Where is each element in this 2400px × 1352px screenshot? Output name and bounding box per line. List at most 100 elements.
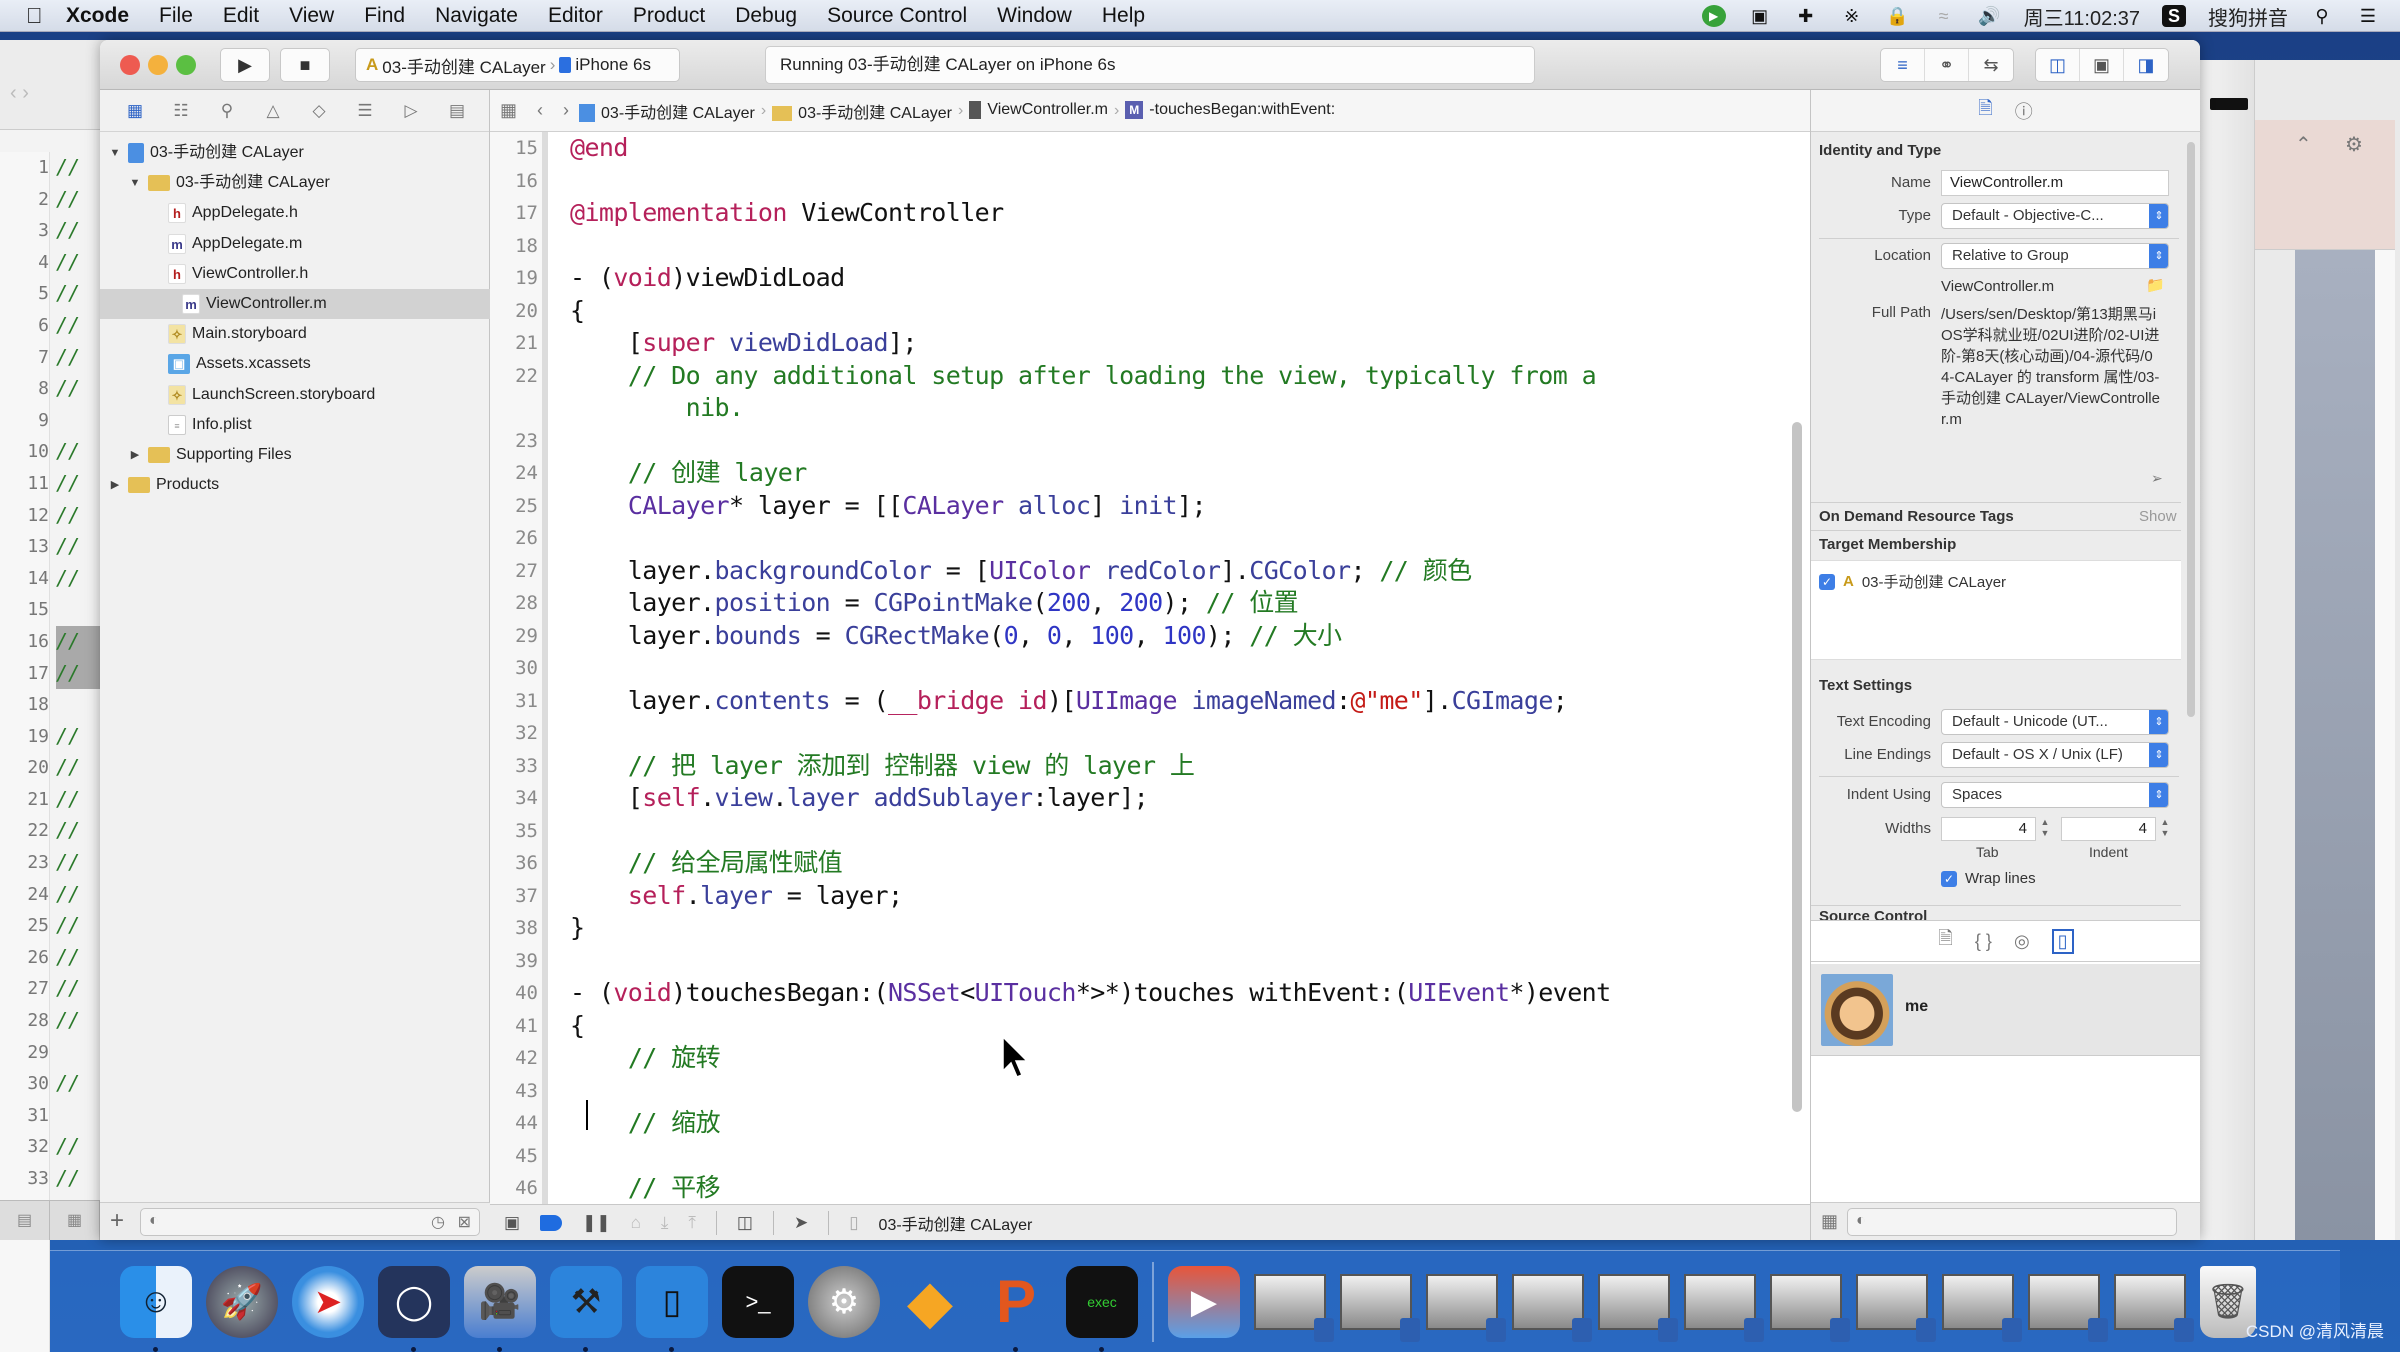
chevron-up-icon[interactable]: ⌃: [2295, 132, 2312, 157]
find-navigator-tab-icon[interactable]: ⚲: [212, 101, 242, 121]
dock-minimized-window[interactable]: [1254, 1273, 1334, 1342]
file-tree-item[interactable]: ▶ Supporting Files: [128, 440, 292, 470]
close-window-button[interactable]: [120, 55, 140, 75]
debug-navigator-tab-icon[interactable]: ☰: [350, 101, 380, 121]
reveal-in-finder-icon[interactable]: ➢: [2151, 470, 2163, 487]
dock-finder[interactable]: ☺: [120, 1265, 192, 1352]
grid-view-icon[interactable]: ▦: [50, 1201, 100, 1240]
dock-video-recorder[interactable]: 🎥: [464, 1265, 536, 1352]
file-tree-item[interactable]: ✧ LaunchScreen.storyboard: [148, 380, 375, 410]
input-method-label[interactable]: 搜狗拼音: [2208, 2, 2288, 31]
code-line[interactable]: 44 // 缩放: [490, 1107, 1810, 1140]
code-line[interactable]: 34 [self.view.layer addSublayer:layer];: [490, 782, 1810, 815]
stop-button[interactable]: ■: [280, 48, 330, 82]
dock-minimized-window[interactable]: [2114, 1273, 2194, 1342]
dock-system-preferences[interactable]: ⚙: [808, 1265, 880, 1338]
volume-icon[interactable]: 🔊: [1978, 5, 2002, 27]
report-navigator-tab-icon[interactable]: ▤: [442, 101, 472, 121]
dock-media-player[interactable]: ▶: [1168, 1265, 1240, 1338]
project-navigator-tab-icon[interactable]: ▦: [120, 101, 150, 121]
code-line[interactable]: 33 // 把 layer 添加到 控制器 view 的 layer 上: [490, 750, 1810, 783]
code-line[interactable]: 36 // 给全局属性赋值: [490, 847, 1810, 880]
menu-debug[interactable]: Debug: [735, 4, 797, 28]
code-line[interactable]: 41 {: [490, 1010, 1810, 1043]
text-encoding-popup[interactable]: Default - Unicode (UT... ⇕: [1941, 709, 2169, 735]
toggle-utilities-icon[interactable]: ◨: [2124, 49, 2168, 81]
pause-icon[interactable]: ❚❚: [582, 1213, 611, 1233]
disclosure-collapsed-icon[interactable]: ▶: [128, 440, 142, 470]
breakpoints-toggle-icon[interactable]: [540, 1214, 563, 1231]
navigator-filter-field[interactable]: ◐ ◷ ⊠: [140, 1208, 480, 1236]
minimize-window-button[interactable]: [148, 55, 168, 75]
code-line[interactable]: 40 - (void)touchesBegan:(NSSet<UITouch*>*…: [490, 977, 1810, 1010]
spotlight-search-icon[interactable]: ⚲: [2310, 5, 2334, 27]
add-file-icon[interactable]: +: [110, 1207, 124, 1235]
recording-status-icon[interactable]: ▶: [1701, 5, 1726, 27]
dock-sketch[interactable]: ◆: [894, 1266, 966, 1338]
code-line[interactable]: 46 // 平移: [490, 1172, 1810, 1204]
disclosure-expanded-icon[interactable]: ▼: [128, 168, 142, 198]
code-line[interactable]: 17 @implementation ViewController: [490, 197, 1810, 230]
breakpoint-navigator-tab-icon[interactable]: ▷: [396, 101, 426, 121]
step-into-icon[interactable]: ⤓: [661, 1213, 669, 1233]
notification-center-icon[interactable]: ☰: [2356, 5, 2380, 27]
indent-using-popup[interactable]: Spaces ⇕: [1941, 782, 2169, 808]
file-tree-item[interactable]: h AppDelegate.h: [148, 198, 298, 228]
file-template-library-icon[interactable]: 🗎: [1938, 926, 1952, 956]
indent-width-stepper[interactable]: ▲ ▼: [2159, 817, 2171, 841]
test-navigator-tab-icon[interactable]: ◇: [304, 101, 334, 121]
code-line[interactable]: 27 layer.backgroundColor = [UIColor redC…: [490, 555, 1810, 588]
file-tree-item[interactable]: ▶ Products: [108, 470, 219, 500]
menu-source-control[interactable]: Source Control: [827, 4, 967, 28]
menu-file[interactable]: File: [159, 4, 193, 28]
dock-minimized-window[interactable]: [1426, 1273, 1506, 1342]
library-item[interactable]: me: [1811, 964, 2200, 1056]
breadcrumb-group[interactable]: 03-手动创建 CALayer: [772, 99, 952, 123]
indent-width-field[interactable]: 4: [2061, 817, 2156, 841]
toggle-navigator-icon[interactable]: ◫: [2036, 49, 2080, 81]
apple-menu-icon[interactable]: : [26, 3, 66, 29]
code-line[interactable]: 43: [490, 1075, 1810, 1108]
code-line[interactable]: nib.: [490, 392, 1810, 425]
forward-arrow-icon[interactable]: ›: [563, 100, 569, 121]
menu-view[interactable]: View: [289, 4, 334, 28]
object-library-icon[interactable]: ◎: [2014, 931, 2030, 952]
code-line[interactable]: 21 [super viewDidLoad];: [490, 327, 1810, 360]
file-inspector-tab-icon[interactable]: 🗎: [1978, 96, 1992, 126]
target-checkbox[interactable]: ✓: [1819, 573, 1835, 590]
issue-navigator-tab-icon[interactable]: △: [258, 101, 288, 121]
code-line[interactable]: 32: [490, 717, 1810, 750]
dock-minimized-window[interactable]: [1512, 1273, 1592, 1342]
dock-simulator[interactable]: ▯: [636, 1265, 708, 1352]
menu-editor[interactable]: Editor: [548, 4, 603, 28]
odr-show-button[interactable]: Show: [2139, 508, 2177, 525]
code-line[interactable]: 31 layer.contents = (__bridge id)[UIImag…: [490, 685, 1810, 718]
simulate-location-icon[interactable]: ➤: [794, 1213, 808, 1233]
gear-icon[interactable]: ⚙: [2345, 132, 2363, 157]
sogou-input-icon[interactable]: S: [2162, 5, 2186, 27]
dock-mouse-app[interactable]: ◯: [378, 1265, 450, 1352]
code-line[interactable]: 19 - (void)viewDidLoad: [490, 262, 1810, 295]
recent-files-icon[interactable]: ◷: [431, 1212, 445, 1232]
disclosure-expanded-icon[interactable]: ▼: [108, 138, 122, 168]
dock-console[interactable]: exec: [1066, 1265, 1138, 1352]
dock-minimized-window[interactable]: [1684, 1273, 1764, 1342]
code-line[interactable]: 24 // 创建 layer: [490, 457, 1810, 490]
menu-product[interactable]: Product: [633, 4, 705, 28]
version-editor-icon[interactable]: ⇆: [1969, 49, 2013, 81]
related-items-icon[interactable]: ▦: [500, 100, 517, 121]
clock[interactable]: 周三11:02:37: [2024, 2, 2140, 31]
code-line[interactable]: 38}: [490, 912, 1810, 945]
dock-minimized-window[interactable]: [1340, 1273, 1420, 1342]
line-endings-popup[interactable]: Default - OS X / Unix (LF) ⇕: [1941, 742, 2169, 768]
dock-minimized-window[interactable]: [2028, 1273, 2108, 1342]
menu-edit[interactable]: Edit: [223, 4, 259, 28]
network-plus-icon[interactable]: ✚: [1794, 5, 1818, 27]
dock-xcode[interactable]: ⚒: [550, 1265, 622, 1352]
tab-width-field[interactable]: 4: [1941, 817, 2036, 841]
breadcrumb-method[interactable]: M -touchesBegan:withEvent:: [1125, 101, 1335, 120]
inspector-scrollbar[interactable]: [2187, 142, 2195, 717]
file-tree-item[interactable]: m AppDelegate.m: [148, 229, 302, 259]
menu-navigate[interactable]: Navigate: [435, 4, 518, 28]
code-line[interactable]: 25 CALayer* layer = [[CALayer alloc] ini…: [490, 490, 1810, 523]
